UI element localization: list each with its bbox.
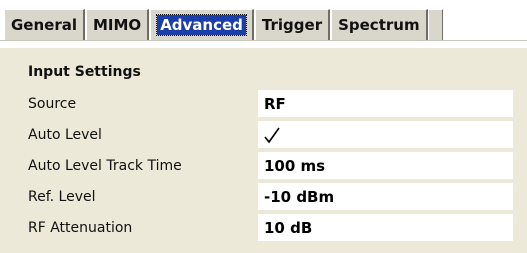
- ref-level-field[interactable]: -10 dBm: [258, 183, 513, 210]
- ref-level-label: Ref. Level: [28, 188, 96, 205]
- auto-level-track-time-label: Auto Level Track Time: [28, 157, 182, 174]
- tab-mimo[interactable]: MIMO: [86, 9, 150, 40]
- rf-attenuation-field[interactable]: 10 dB: [258, 214, 513, 241]
- tab-trigger[interactable]: Trigger: [254, 9, 331, 40]
- tab-strip-end: [428, 9, 443, 40]
- row-auto-level-track-time: Auto Level Track Time 100 ms: [17, 150, 527, 181]
- tab-divider: [0, 40, 527, 43]
- row-source: Source RF: [17, 88, 527, 119]
- tab-advanced[interactable]: Advanced: [150, 9, 254, 40]
- source-label: Source: [28, 95, 77, 112]
- tab-mimo-label: MIMO: [93, 16, 142, 34]
- tab-general-label: General: [11, 16, 77, 34]
- row-rf-attenuation: RF Attenuation 10 dB: [17, 212, 527, 243]
- tab-bar: General MIMO Advanced Trigger Spectrum: [0, 0, 527, 48]
- row-auto-level: Auto Level: [17, 119, 527, 150]
- rf-attenuation-label: RF Attenuation: [28, 219, 133, 236]
- tab-trigger-label: Trigger: [261, 16, 323, 34]
- tab-general[interactable]: General: [4, 9, 85, 40]
- checkmark-icon: [264, 127, 280, 143]
- row-ref-level: Ref. Level -10 dBm: [17, 181, 527, 212]
- tab-spectrum-label: Spectrum: [338, 16, 420, 34]
- tab-advanced-label: Advanced: [156, 14, 247, 36]
- source-field[interactable]: RF: [258, 90, 513, 117]
- auto-level-label: Auto Level: [28, 126, 102, 143]
- advanced-settings-panel: Input Settings Source RF Auto Level Auto…: [17, 48, 527, 253]
- tab-row: General MIMO Advanced Trigger Spectrum: [4, 9, 443, 40]
- tab-spectrum[interactable]: Spectrum: [331, 9, 428, 40]
- auto-level-track-time-field[interactable]: 100 ms: [258, 152, 513, 179]
- section-title: Input Settings: [28, 64, 141, 80]
- auto-level-checkbox[interactable]: [258, 121, 513, 148]
